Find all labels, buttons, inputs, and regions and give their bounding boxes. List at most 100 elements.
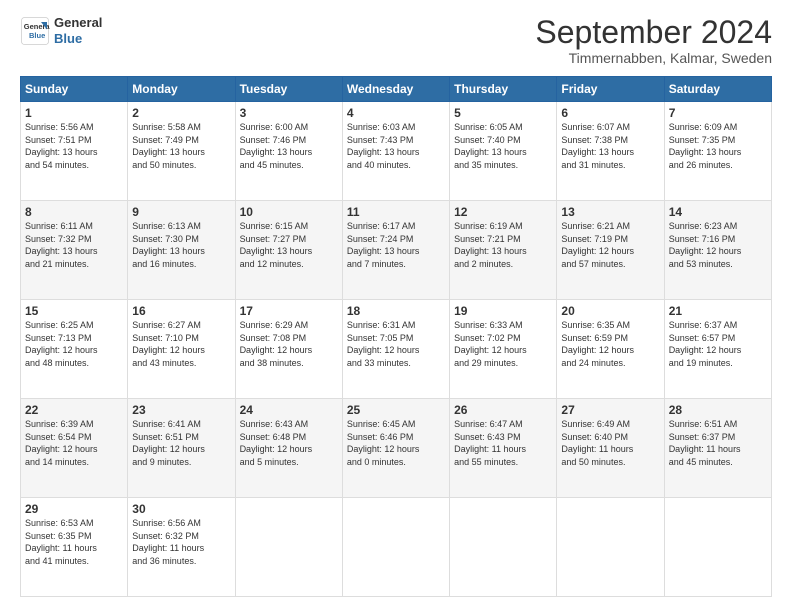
day-info: Sunrise: 6:31 AM Sunset: 7:05 PM Dayligh… <box>347 319 445 369</box>
calendar-cell <box>664 498 771 597</box>
calendar-cell: 14Sunrise: 6:23 AM Sunset: 7:16 PM Dayli… <box>664 201 771 300</box>
calendar-cell: 19Sunrise: 6:33 AM Sunset: 7:02 PM Dayli… <box>450 300 557 399</box>
calendar-cell: 29Sunrise: 6:53 AM Sunset: 6:35 PM Dayli… <box>21 498 128 597</box>
day-number: 29 <box>25 502 123 516</box>
day-number: 21 <box>669 304 767 318</box>
day-number: 16 <box>132 304 230 318</box>
calendar-header-saturday: Saturday <box>664 77 771 102</box>
calendar-cell: 4Sunrise: 6:03 AM Sunset: 7:43 PM Daylig… <box>342 102 449 201</box>
calendar-week-row: 22Sunrise: 6:39 AM Sunset: 6:54 PM Dayli… <box>21 399 772 498</box>
logo-icon: General Blue <box>20 16 50 46</box>
calendar-cell: 22Sunrise: 6:39 AM Sunset: 6:54 PM Dayli… <box>21 399 128 498</box>
logo-text-line2: Blue <box>54 31 102 47</box>
calendar-week-row: 29Sunrise: 6:53 AM Sunset: 6:35 PM Dayli… <box>21 498 772 597</box>
day-info: Sunrise: 6:49 AM Sunset: 6:40 PM Dayligh… <box>561 418 659 468</box>
day-info: Sunrise: 6:43 AM Sunset: 6:48 PM Dayligh… <box>240 418 338 468</box>
day-info: Sunrise: 6:19 AM Sunset: 7:21 PM Dayligh… <box>454 220 552 270</box>
header: General Blue General Blue September 2024… <box>20 15 772 66</box>
calendar-cell: 12Sunrise: 6:19 AM Sunset: 7:21 PM Dayli… <box>450 201 557 300</box>
day-number: 3 <box>240 106 338 120</box>
day-number: 11 <box>347 205 445 219</box>
calendar-cell: 23Sunrise: 6:41 AM Sunset: 6:51 PM Dayli… <box>128 399 235 498</box>
logo: General Blue General Blue <box>20 15 102 46</box>
title-block: September 2024 Timmernabben, Kalmar, Swe… <box>535 15 772 66</box>
calendar-cell: 3Sunrise: 6:00 AM Sunset: 7:46 PM Daylig… <box>235 102 342 201</box>
calendar-cell: 9Sunrise: 6:13 AM Sunset: 7:30 PM Daylig… <box>128 201 235 300</box>
calendar-cell: 25Sunrise: 6:45 AM Sunset: 6:46 PM Dayli… <box>342 399 449 498</box>
calendar-header-row: SundayMondayTuesdayWednesdayThursdayFrid… <box>21 77 772 102</box>
day-info: Sunrise: 6:41 AM Sunset: 6:51 PM Dayligh… <box>132 418 230 468</box>
calendar-week-row: 15Sunrise: 6:25 AM Sunset: 7:13 PM Dayli… <box>21 300 772 399</box>
calendar-week-row: 1Sunrise: 5:56 AM Sunset: 7:51 PM Daylig… <box>21 102 772 201</box>
month-title: September 2024 <box>535 15 772 50</box>
day-number: 23 <box>132 403 230 417</box>
calendar-cell: 16Sunrise: 6:27 AM Sunset: 7:10 PM Dayli… <box>128 300 235 399</box>
calendar-cell: 28Sunrise: 6:51 AM Sunset: 6:37 PM Dayli… <box>664 399 771 498</box>
day-number: 25 <box>347 403 445 417</box>
day-number: 18 <box>347 304 445 318</box>
calendar-header-friday: Friday <box>557 77 664 102</box>
calendar-cell: 15Sunrise: 6:25 AM Sunset: 7:13 PM Dayli… <box>21 300 128 399</box>
day-info: Sunrise: 6:37 AM Sunset: 6:57 PM Dayligh… <box>669 319 767 369</box>
calendar-cell <box>342 498 449 597</box>
calendar-cell: 27Sunrise: 6:49 AM Sunset: 6:40 PM Dayli… <box>557 399 664 498</box>
calendar-cell: 17Sunrise: 6:29 AM Sunset: 7:08 PM Dayli… <box>235 300 342 399</box>
calendar-cell: 18Sunrise: 6:31 AM Sunset: 7:05 PM Dayli… <box>342 300 449 399</box>
calendar-header-tuesday: Tuesday <box>235 77 342 102</box>
day-number: 10 <box>240 205 338 219</box>
day-number: 6 <box>561 106 659 120</box>
calendar-cell: 1Sunrise: 5:56 AM Sunset: 7:51 PM Daylig… <box>21 102 128 201</box>
page: General Blue General Blue September 2024… <box>0 0 792 612</box>
calendar-cell <box>557 498 664 597</box>
day-number: 5 <box>454 106 552 120</box>
day-info: Sunrise: 6:45 AM Sunset: 6:46 PM Dayligh… <box>347 418 445 468</box>
day-info: Sunrise: 6:17 AM Sunset: 7:24 PM Dayligh… <box>347 220 445 270</box>
logo-text-line1: General <box>54 15 102 31</box>
calendar-header-sunday: Sunday <box>21 77 128 102</box>
day-number: 24 <box>240 403 338 417</box>
calendar-cell: 21Sunrise: 6:37 AM Sunset: 6:57 PM Dayli… <box>664 300 771 399</box>
day-info: Sunrise: 6:25 AM Sunset: 7:13 PM Dayligh… <box>25 319 123 369</box>
calendar-header-monday: Monday <box>128 77 235 102</box>
day-info: Sunrise: 6:35 AM Sunset: 6:59 PM Dayligh… <box>561 319 659 369</box>
day-number: 4 <box>347 106 445 120</box>
calendar-cell: 7Sunrise: 6:09 AM Sunset: 7:35 PM Daylig… <box>664 102 771 201</box>
svg-text:Blue: Blue <box>29 30 45 39</box>
day-info: Sunrise: 6:47 AM Sunset: 6:43 PM Dayligh… <box>454 418 552 468</box>
calendar-cell: 5Sunrise: 6:05 AM Sunset: 7:40 PM Daylig… <box>450 102 557 201</box>
location-subtitle: Timmernabben, Kalmar, Sweden <box>535 50 772 66</box>
calendar-cell: 26Sunrise: 6:47 AM Sunset: 6:43 PM Dayli… <box>450 399 557 498</box>
day-info: Sunrise: 6:29 AM Sunset: 7:08 PM Dayligh… <box>240 319 338 369</box>
calendar-cell: 10Sunrise: 6:15 AM Sunset: 7:27 PM Dayli… <box>235 201 342 300</box>
calendar-cell: 30Sunrise: 6:56 AM Sunset: 6:32 PM Dayli… <box>128 498 235 597</box>
calendar-cell: 2Sunrise: 5:58 AM Sunset: 7:49 PM Daylig… <box>128 102 235 201</box>
calendar-cell: 11Sunrise: 6:17 AM Sunset: 7:24 PM Dayli… <box>342 201 449 300</box>
calendar-cell: 8Sunrise: 6:11 AM Sunset: 7:32 PM Daylig… <box>21 201 128 300</box>
day-info: Sunrise: 5:56 AM Sunset: 7:51 PM Dayligh… <box>25 121 123 171</box>
calendar-week-row: 8Sunrise: 6:11 AM Sunset: 7:32 PM Daylig… <box>21 201 772 300</box>
day-info: Sunrise: 6:39 AM Sunset: 6:54 PM Dayligh… <box>25 418 123 468</box>
day-info: Sunrise: 6:09 AM Sunset: 7:35 PM Dayligh… <box>669 121 767 171</box>
calendar-header-wednesday: Wednesday <box>342 77 449 102</box>
day-number: 15 <box>25 304 123 318</box>
day-number: 26 <box>454 403 552 417</box>
calendar-table: SundayMondayTuesdayWednesdayThursdayFrid… <box>20 76 772 597</box>
day-info: Sunrise: 6:13 AM Sunset: 7:30 PM Dayligh… <box>132 220 230 270</box>
day-info: Sunrise: 6:27 AM Sunset: 7:10 PM Dayligh… <box>132 319 230 369</box>
day-info: Sunrise: 6:15 AM Sunset: 7:27 PM Dayligh… <box>240 220 338 270</box>
day-number: 9 <box>132 205 230 219</box>
day-info: Sunrise: 6:53 AM Sunset: 6:35 PM Dayligh… <box>25 517 123 567</box>
day-info: Sunrise: 6:00 AM Sunset: 7:46 PM Dayligh… <box>240 121 338 171</box>
day-info: Sunrise: 6:33 AM Sunset: 7:02 PM Dayligh… <box>454 319 552 369</box>
day-number: 14 <box>669 205 767 219</box>
day-info: Sunrise: 6:51 AM Sunset: 6:37 PM Dayligh… <box>669 418 767 468</box>
calendar-cell: 13Sunrise: 6:21 AM Sunset: 7:19 PM Dayli… <box>557 201 664 300</box>
day-info: Sunrise: 6:21 AM Sunset: 7:19 PM Dayligh… <box>561 220 659 270</box>
calendar-header-thursday: Thursday <box>450 77 557 102</box>
day-number: 12 <box>454 205 552 219</box>
day-number: 7 <box>669 106 767 120</box>
day-number: 20 <box>561 304 659 318</box>
day-info: Sunrise: 6:03 AM Sunset: 7:43 PM Dayligh… <box>347 121 445 171</box>
calendar-cell: 24Sunrise: 6:43 AM Sunset: 6:48 PM Dayli… <box>235 399 342 498</box>
day-info: Sunrise: 6:56 AM Sunset: 6:32 PM Dayligh… <box>132 517 230 567</box>
